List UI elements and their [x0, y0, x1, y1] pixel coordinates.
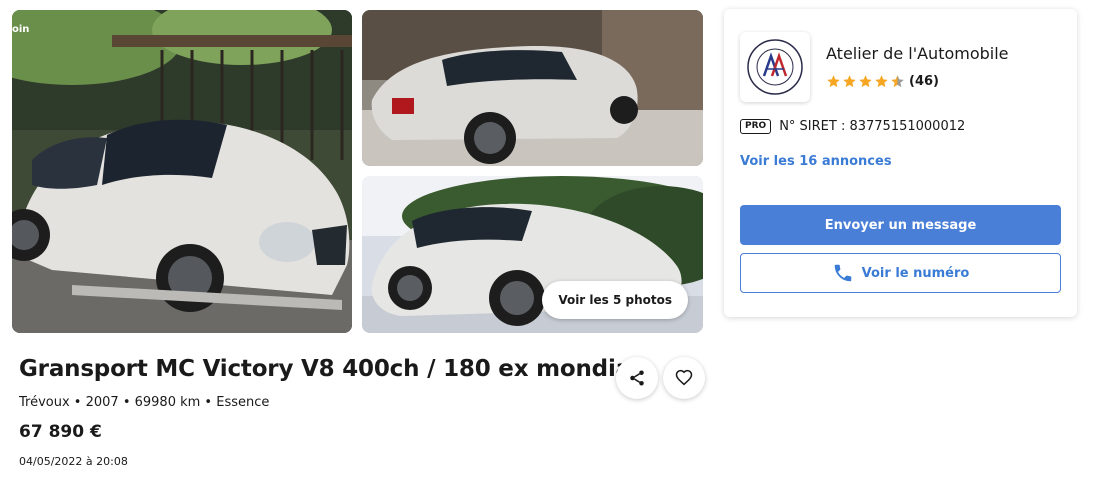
- photo-2[interactable]: [362, 10, 703, 166]
- seller-rating[interactable]: (46): [826, 74, 939, 89]
- send-message-button[interactable]: Envoyer un message: [740, 205, 1061, 245]
- star-icon: [875, 75, 888, 88]
- atelier-logo-icon: [747, 39, 803, 95]
- listing-price: 67 890 €: [19, 422, 102, 442]
- share-icon: [630, 370, 644, 386]
- see-seller-ads-link[interactable]: Voir les 16 annonces: [740, 154, 892, 169]
- seller-logo[interactable]: [740, 32, 810, 102]
- car-photo-rear: [362, 10, 703, 166]
- siret-number: N° SIRET : 83775151000012: [779, 119, 966, 134]
- see-all-photos-button[interactable]: Voir les 5 photos: [542, 281, 688, 319]
- star-icon: [827, 75, 840, 88]
- star-half-icon: [891, 75, 904, 88]
- phone-icon: [834, 264, 851, 282]
- rating-count: (46): [909, 74, 939, 89]
- photo-3[interactable]: Voir les 5 photos: [362, 176, 703, 333]
- show-phone-button[interactable]: Voir le numéro: [740, 253, 1061, 293]
- star-icon: [859, 75, 872, 88]
- photo-overlay-text: oin: [12, 24, 30, 35]
- listing-date: 04/05/2022 à 20:08: [19, 455, 128, 468]
- listing-meta: Trévoux • 2007 • 69980 km • Essence: [19, 395, 270, 410]
- seller-name[interactable]: Atelier de l'Automobile: [826, 44, 1009, 63]
- share-button[interactable]: [616, 357, 658, 399]
- main-photo[interactable]: oin: [12, 10, 352, 333]
- send-message-label: Envoyer un message: [824, 217, 977, 233]
- heart-icon: [675, 369, 693, 386]
- star-icon: [843, 75, 856, 88]
- car-photo-front: [12, 10, 352, 333]
- listing-title: Gransport MC Victory V8 400ch / 180 ex m…: [19, 356, 655, 382]
- siret-row: PRO N° SIRET : 83775151000012: [740, 119, 965, 134]
- seller-card: Atelier de l'Automobile (46) PRO N° SIRE…: [724, 9, 1077, 317]
- pro-badge: PRO: [740, 119, 772, 134]
- favorite-button[interactable]: [663, 357, 705, 399]
- show-phone-label: Voir le numéro: [861, 265, 970, 281]
